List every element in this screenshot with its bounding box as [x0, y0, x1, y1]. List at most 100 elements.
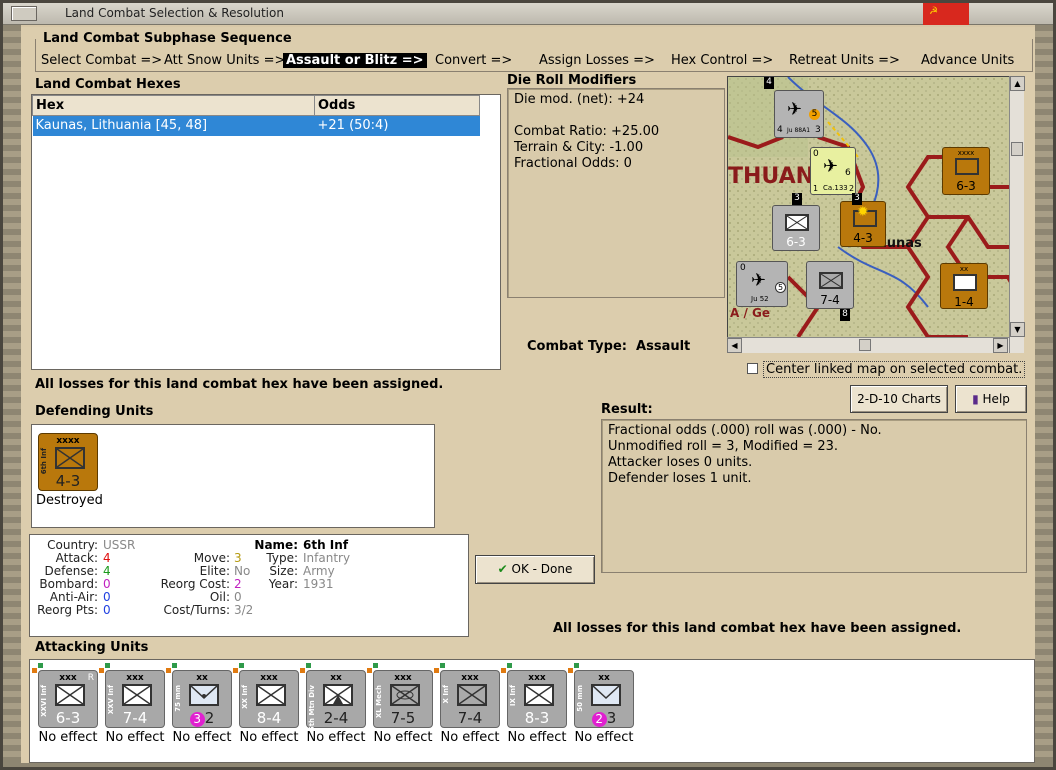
unit-badge: 3 — [189, 712, 205, 727]
vertical-scroll-thumb[interactable] — [1011, 142, 1023, 156]
mod-line-spacer — [514, 108, 718, 124]
attacking-unit-50mm[interactable]: xx 50 mm 23 — [574, 670, 634, 728]
unit-size: xx — [598, 673, 610, 683]
scroll-right-icon[interactable]: ▶ — [993, 338, 1008, 353]
attacking-unit-xxvi-inf[interactable]: xxx R XXVI Inf 6-3 — [38, 670, 98, 728]
step-select-combat[interactable]: Select Combat => — [41, 53, 162, 68]
linked-map[interactable]: THUAN aunas A / Ge ✈ 4 Ju 88A1 3 5 0 ✈ 6… — [727, 76, 1024, 353]
map-counter-size: xx — [959, 265, 969, 273]
attacking-heading: Attacking Units — [35, 640, 149, 655]
modifiers-heading: Die Roll Modifiers — [507, 73, 637, 88]
defending-unit-6th-inf[interactable]: xxxx 6th Inf 4-3 — [38, 433, 98, 491]
col-odds[interactable]: Odds — [314, 95, 480, 116]
map-counter-name: Ju 88A1 — [787, 127, 811, 134]
map-counter-6th-inf[interactable]: ✹ 4-3 — [840, 201, 886, 247]
step-hex-control[interactable]: Hex Control => — [671, 53, 773, 68]
unit-size: xxx — [461, 673, 479, 683]
scroll-up-icon[interactable]: ▲ — [1010, 76, 1025, 91]
defense-value: 4 — [103, 564, 111, 578]
losses-message-top: All losses for this land combat hex have… — [35, 377, 444, 392]
map-horizontal-scrollbar[interactable]: ◀ ▶ — [727, 337, 1009, 353]
defense-label: Defense: — [44, 564, 98, 578]
attacking-unit-75mm[interactable]: xx 75 mm 32 — [172, 670, 232, 728]
scroll-down-icon[interactable]: ▼ — [1010, 322, 1025, 337]
map-vertical-scrollbar[interactable]: ▲ ▼ — [1009, 76, 1025, 353]
infantry-icon — [785, 214, 809, 231]
name-label: Name: — [254, 538, 298, 552]
dialog-content: Land Combat Subphase Sequence Select Com… — [21, 27, 1035, 763]
attack-value: 4 — [103, 551, 111, 565]
size-label: Size: — [269, 564, 298, 578]
step-convert[interactable]: Convert => — [435, 53, 512, 68]
map-counter-cav[interactable]: xx 1-4 — [940, 263, 988, 309]
stack-number: 4 — [764, 77, 774, 89]
map-counter-ju88[interactable]: ✈ 4 Ju 88A1 3 5 — [774, 90, 824, 138]
artillery-icon — [189, 684, 219, 706]
col-hex[interactable]: Hex — [32, 95, 315, 116]
map-counter-strength: 1-4 — [954, 295, 974, 309]
step-retreat-units[interactable]: Retreat Units => — [789, 53, 900, 68]
attacking-unit-x-inf[interactable]: xxx X Inf 7-4 — [440, 670, 500, 728]
map-counter-top: 0 — [740, 263, 746, 273]
map-counter-strength: 6-3 — [956, 179, 976, 193]
defending-unit-status: Destroyed — [36, 493, 103, 508]
unit-status-led — [574, 663, 579, 668]
ok-done-button[interactable]: ✔ OK - Done — [475, 555, 595, 584]
attacking-unit-xxv-inf[interactable]: xxx XXV Inf 7-4 — [105, 670, 165, 728]
costturns-label: Cost/Turns: — [163, 603, 230, 617]
step-att-snow-units[interactable]: Att Snow Units => — [164, 53, 285, 68]
step-advance-units[interactable]: Advance Units — [921, 53, 1014, 68]
map-counter-x-inf[interactable]: 7-4 — [806, 261, 854, 309]
charts-button[interactable]: 2-D-10 Charts — [850, 385, 948, 413]
unit-status-led — [233, 668, 238, 673]
result-line-fractional: Fractional odds (.000) roll was (.000) -… — [608, 423, 882, 438]
frame-right — [1035, 25, 1053, 767]
unit-size: xxx — [126, 673, 144, 683]
stack-number: 3 — [792, 193, 802, 205]
type-value: Infantry — [303, 551, 351, 565]
hex-cell: Kaunas, Lithuania [45, 48] — [32, 115, 315, 136]
step-assault-or-blitz[interactable]: Assault or Blitz => — [283, 53, 427, 68]
unit-strength: 2 — [204, 709, 215, 727]
map-counter-ca133[interactable]: 0 ✈ 6 1 Ca.133 2 — [810, 147, 856, 195]
unit-strength: 7-4 — [457, 709, 483, 727]
mod-line-net: Die mod. (net): +24 — [514, 92, 645, 107]
map-counter-ju52[interactable]: 0 ✈ 5 Ju 52 — [736, 261, 788, 307]
unit-effect: No effect — [172, 730, 232, 745]
center-map-label[interactable]: Center linked map on selected combat. — [763, 361, 1026, 378]
artillery-icon — [591, 684, 621, 706]
unit-status-led — [38, 663, 43, 668]
map-counter-xxvi[interactable]: 6-3 — [772, 205, 820, 251]
unit-status-led — [172, 663, 177, 668]
unit-tag: R — [87, 673, 94, 683]
center-map-checkbox[interactable] — [747, 363, 758, 374]
help-button[interactable]: ▮ Help — [955, 385, 1027, 413]
map-counter-size: xxxx — [957, 149, 975, 157]
unit-size: xxx — [528, 673, 546, 683]
infantry-icon — [819, 272, 843, 289]
attacking-unit-ix-inf[interactable]: xxx IX Inf 8-3 — [507, 670, 567, 728]
window-title: Land Combat Selection & Resolution — [65, 6, 284, 20]
stack-number: 3 — [852, 193, 862, 205]
unit-badge: 2 — [591, 712, 607, 727]
map-counter-extra: 2 — [849, 184, 855, 193]
system-menu-icon[interactable] — [11, 6, 37, 21]
infantry-icon — [955, 158, 979, 175]
scroll-left-icon[interactable]: ◀ — [727, 338, 742, 353]
map-label-region: THUAN — [728, 164, 814, 189]
infantry-icon — [122, 684, 152, 706]
table-row[interactable]: Kaunas, Lithuania [45, 48] +21 (50:4) — [32, 115, 480, 136]
oil-value: 0 — [234, 590, 242, 604]
map-counter-right: 6 — [845, 168, 851, 178]
attacking-unit-5th-mtn-div[interactable]: xx 5th Mtn Div 2-4 — [306, 670, 366, 731]
infantry-icon — [524, 684, 554, 706]
map-counter-name: Ca.133 — [823, 184, 848, 192]
step-assign-losses[interactable]: Assign Losses => — [539, 53, 655, 68]
unit-size: xx — [196, 673, 208, 683]
combat-window: Land Combat Selection & Resolution ☭ Lan… — [0, 0, 1056, 770]
horizontal-scroll-thumb[interactable] — [859, 339, 871, 351]
map-counter-5th-inf[interactable]: xxxx 6-3 — [942, 147, 990, 195]
unit-strength: 2-4 — [323, 709, 349, 727]
attacking-unit-xx-inf[interactable]: xxx XX Inf 8-4 — [239, 670, 299, 728]
attacking-unit-xl-mech[interactable]: xxx XL Mech 7-5 — [373, 670, 433, 728]
